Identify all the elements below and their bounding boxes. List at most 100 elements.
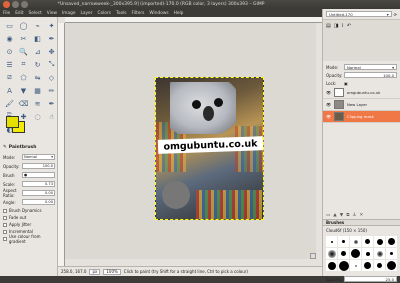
layer-row[interactable]: 👁 omgubuntu.co.uk xyxy=(323,87,400,99)
cage-icon[interactable]: ◇ xyxy=(46,72,57,83)
brush-preset[interactable] xyxy=(386,236,397,247)
brush-preset[interactable] xyxy=(350,248,361,259)
brush-preset[interactable] xyxy=(338,236,349,247)
layer-row-selected[interactable]: 👁 Clipping mask xyxy=(323,111,400,123)
rotate-icon[interactable]: ↻ xyxy=(32,59,43,70)
brush-preset[interactable] xyxy=(386,260,397,271)
brush-preset[interactable] xyxy=(326,236,337,247)
brush-select[interactable]: ● xyxy=(22,172,55,178)
menu-file[interactable]: File xyxy=(3,11,10,16)
brush-preset[interactable] xyxy=(326,260,337,271)
auto-button[interactable]: ⟳ xyxy=(394,12,397,17)
zoom-icon[interactable]: 🔍 xyxy=(18,46,29,57)
new-layer-icon[interactable]: ▭ xyxy=(326,213,330,218)
raise-layer-icon[interactable]: ▲ xyxy=(333,213,336,218)
aspect-slider[interactable]: 0.00 xyxy=(22,190,55,196)
free-select-icon[interactable]: ⌁ xyxy=(32,20,43,31)
menu-help[interactable]: Help xyxy=(174,11,184,16)
menu-image[interactable]: Image xyxy=(62,11,75,16)
text-icon[interactable]: A xyxy=(4,85,15,96)
menu-filters[interactable]: Filters xyxy=(132,11,145,16)
undo-tab-icon[interactable]: ↶ xyxy=(347,23,351,29)
brush-preset[interactable] xyxy=(362,260,373,271)
brush-shape-icon xyxy=(390,252,393,255)
mode-select[interactable]: Normal ▾ xyxy=(22,154,55,160)
brush-preset[interactable] xyxy=(374,236,385,247)
apply-jitter-checkbox[interactable]: Apply Jitter xyxy=(3,221,55,228)
menu-windows[interactable]: Windows xyxy=(149,11,168,16)
layer-opacity-slider[interactable]: 100.0 xyxy=(344,72,397,78)
move-icon[interactable]: ✥ xyxy=(46,46,57,57)
brush-preset[interactable] xyxy=(362,236,373,247)
layers-tab-icon[interactable]: ▤ xyxy=(326,23,331,29)
brush-preset[interactable] xyxy=(326,248,337,259)
menu-select[interactable]: Select xyxy=(29,11,42,16)
bucket-fill-icon[interactable]: ▼ xyxy=(18,85,29,96)
rect-select-icon[interactable]: ▭ xyxy=(4,20,15,31)
menu-edit[interactable]: Edit xyxy=(15,11,23,16)
canvas-area[interactable]: omgubuntu.co.uk xyxy=(65,23,316,259)
crop-icon[interactable]: ⌗ xyxy=(18,59,29,70)
airbrush-icon[interactable]: ≋ xyxy=(32,98,43,109)
paths-tab-icon[interactable]: ⌇ xyxy=(341,23,343,29)
scale-slider[interactable]: 0.73 xyxy=(22,181,55,187)
flip-icon[interactable]: ⇋ xyxy=(32,72,43,83)
brush-preset[interactable] xyxy=(374,248,385,259)
use-gradient-checkbox[interactable]: Use colour from gradient xyxy=(3,234,55,244)
menu-layer[interactable]: Layer xyxy=(80,11,92,16)
menu-colors[interactable]: Colors xyxy=(97,11,110,16)
image-layer-view[interactable]: omgubuntu.co.uk xyxy=(155,77,264,220)
menu-view[interactable]: View xyxy=(47,11,57,16)
brush-preset[interactable] xyxy=(350,236,361,247)
brush-preset[interactable] xyxy=(350,260,361,271)
layer-mode-select[interactable]: Normal ▾ xyxy=(344,64,397,70)
color-select-icon[interactable]: ◉ xyxy=(4,33,15,44)
duplicate-layer-icon[interactable]: ⧉ xyxy=(346,212,349,218)
brush-preset[interactable] xyxy=(374,260,385,271)
measure-icon[interactable]: ⊿ xyxy=(32,46,43,57)
paths-icon[interactable]: ✒ xyxy=(46,33,57,44)
unit-select[interactable]: px xyxy=(89,268,101,275)
foreground-color-swatch[interactable] xyxy=(6,116,19,128)
ellipse-select-icon[interactable]: ◯ xyxy=(18,20,29,31)
channels-tab-icon[interactable]: ◨ xyxy=(334,23,339,29)
foreground-select-icon[interactable]: ◧ xyxy=(32,33,43,44)
angle-slider[interactable]: 0.00 xyxy=(22,199,55,205)
delete-layer-icon[interactable]: ✕ xyxy=(359,213,363,218)
anchor-layer-icon[interactable]: ⚓ xyxy=(352,213,356,218)
eye-icon[interactable]: 👁 xyxy=(326,90,331,95)
paintbrush-icon[interactable]: 🖌 xyxy=(4,98,15,109)
fuzzy-select-icon[interactable]: ✦ xyxy=(46,20,57,31)
lock-pixels-icon[interactable]: ▣ xyxy=(344,81,348,86)
lower-layer-icon[interactable]: ▼ xyxy=(340,213,343,218)
fade-out-checkbox[interactable]: Fade out xyxy=(3,214,55,221)
brush-preset[interactable] xyxy=(362,248,373,259)
brush-dynamics-checkbox[interactable]: Brush Dynamics xyxy=(3,207,55,214)
zoom-select[interactable]: 100% xyxy=(103,268,121,275)
eye-icon[interactable]: 👁 xyxy=(326,102,331,107)
checkbox-label: Fade out xyxy=(9,215,27,220)
image-select[interactable]: Untitled-170 ▾ xyxy=(326,11,392,17)
perspective-icon[interactable]: ⬠ xyxy=(18,72,29,83)
opacity-slider[interactable]: 100.0 xyxy=(22,163,55,169)
ink-icon[interactable]: ✒ xyxy=(46,98,57,109)
eraser-icon[interactable]: ⌫ xyxy=(18,98,29,109)
pencil-icon[interactable]: ✏ xyxy=(46,85,57,96)
scale-icon[interactable]: ⤡ xyxy=(46,59,57,70)
blend-icon[interactable]: ▦ xyxy=(32,85,43,96)
layer-row[interactable]: 👁 New Layer xyxy=(323,99,400,111)
brush-preset[interactable] xyxy=(338,248,349,259)
shear-icon[interactable]: ⧄ xyxy=(4,72,15,83)
menu-tools[interactable]: Tools xyxy=(116,11,127,16)
navigate-icon[interactable] xyxy=(310,253,316,259)
koala-nose xyxy=(203,106,214,121)
color-picker-icon[interactable]: ⊙ xyxy=(4,46,15,57)
eye-icon[interactable]: 👁 xyxy=(326,114,331,119)
align-icon[interactable]: ☰ xyxy=(4,59,15,70)
scissors-icon[interactable]: ✂ xyxy=(18,33,29,44)
brush-preset[interactable] xyxy=(338,260,349,271)
spacing-slider[interactable]: 25.0 xyxy=(344,276,397,282)
smudge-icon[interactable]: ☝ xyxy=(46,111,57,122)
vertical-ruler[interactable] xyxy=(58,23,65,266)
brush-preset[interactable] xyxy=(386,248,397,259)
